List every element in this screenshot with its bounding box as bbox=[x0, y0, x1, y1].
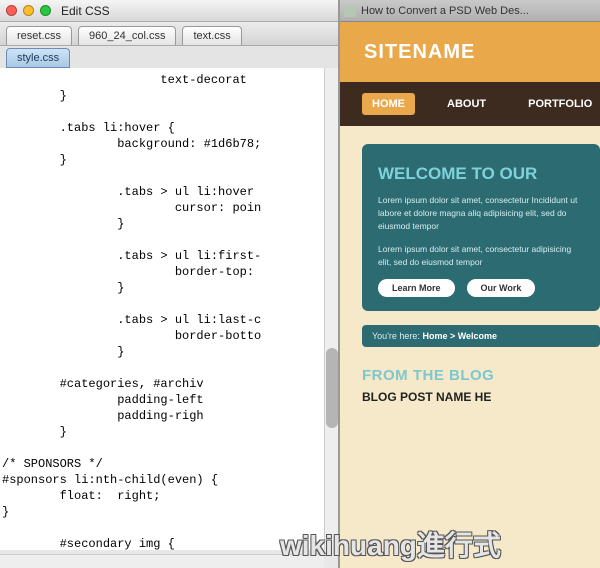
nav-item-home[interactable]: HOME bbox=[362, 93, 415, 115]
nav-item-about[interactable]: ABOUT bbox=[437, 93, 496, 115]
file-tab-reset[interactable]: reset.css bbox=[6, 26, 72, 45]
our-work-button[interactable]: Our Work bbox=[467, 279, 536, 297]
hero-buttons: Learn More Our Work bbox=[378, 279, 584, 297]
hero-paragraph-1: Lorem ipsum dolor sit amet, consectetur … bbox=[378, 194, 584, 233]
minimize-icon[interactable] bbox=[23, 5, 34, 16]
editor-titlebar: Edit CSS bbox=[0, 0, 338, 22]
file-tab-text[interactable]: text.css bbox=[182, 26, 241, 45]
blog-section: FROM THE BLOG BLOG POST NAME HE bbox=[362, 367, 600, 404]
browser-tab-title[interactable]: How to Convert a PSD Web Des... bbox=[361, 5, 529, 17]
nav-item-portfolio[interactable]: PORTFOLIO bbox=[518, 93, 600, 115]
breadcrumb-prefix: You're here: bbox=[372, 331, 420, 341]
site-navbar: HOME ABOUT PORTFOLIO bbox=[340, 82, 600, 126]
browser-tabbar: How to Convert a PSD Web Des... bbox=[340, 0, 600, 22]
hero-paragraph-2: Lorem ipsum dolor sit amet, consectetur … bbox=[378, 243, 584, 269]
close-icon[interactable] bbox=[6, 5, 17, 16]
blog-post-title[interactable]: BLOG POST NAME HE bbox=[362, 390, 600, 404]
breadcrumb-path[interactable]: Home > Welcome bbox=[422, 331, 497, 341]
vertical-scrollbar[interactable] bbox=[324, 68, 338, 550]
file-tab-style-active[interactable]: style.css bbox=[6, 48, 70, 68]
browser-content: SITENAME HOME ABOUT PORTFOLIO WELCOME TO… bbox=[340, 22, 600, 568]
hero-panel: WELCOME TO OUR Lorem ipsum dolor sit ame… bbox=[362, 144, 600, 311]
scrollbar-thumb[interactable] bbox=[326, 348, 338, 428]
favicon-icon bbox=[344, 5, 356, 17]
window-title: Edit CSS bbox=[61, 4, 110, 18]
file-tabs-row: reset.css 960_24_col.css text.css bbox=[0, 22, 338, 46]
traffic-lights bbox=[6, 5, 51, 16]
site-name: SITENAME bbox=[364, 41, 475, 64]
hero-title: WELCOME TO OUR bbox=[378, 164, 584, 184]
code-text: text-decorat } .tabs li:hover { backgrou… bbox=[2, 73, 261, 550]
horizontal-scrollbar[interactable] bbox=[0, 554, 324, 568]
zoom-icon[interactable] bbox=[40, 5, 51, 16]
code-editor-area[interactable]: text-decorat } .tabs li:hover { backgrou… bbox=[0, 68, 324, 550]
blog-heading: FROM THE BLOG bbox=[362, 367, 600, 384]
browser-window: How to Convert a PSD Web Des... SITENAME… bbox=[340, 0, 600, 568]
file-tab-960[interactable]: 960_24_col.css bbox=[78, 26, 176, 45]
breadcrumb: You're here: Home > Welcome bbox=[362, 325, 600, 347]
learn-more-button[interactable]: Learn More bbox=[378, 279, 455, 297]
site-header: SITENAME bbox=[340, 22, 600, 82]
file-tabs-row-2: style.css bbox=[0, 46, 338, 68]
editor-window: Edit CSS reset.css 960_24_col.css text.c… bbox=[0, 0, 340, 568]
